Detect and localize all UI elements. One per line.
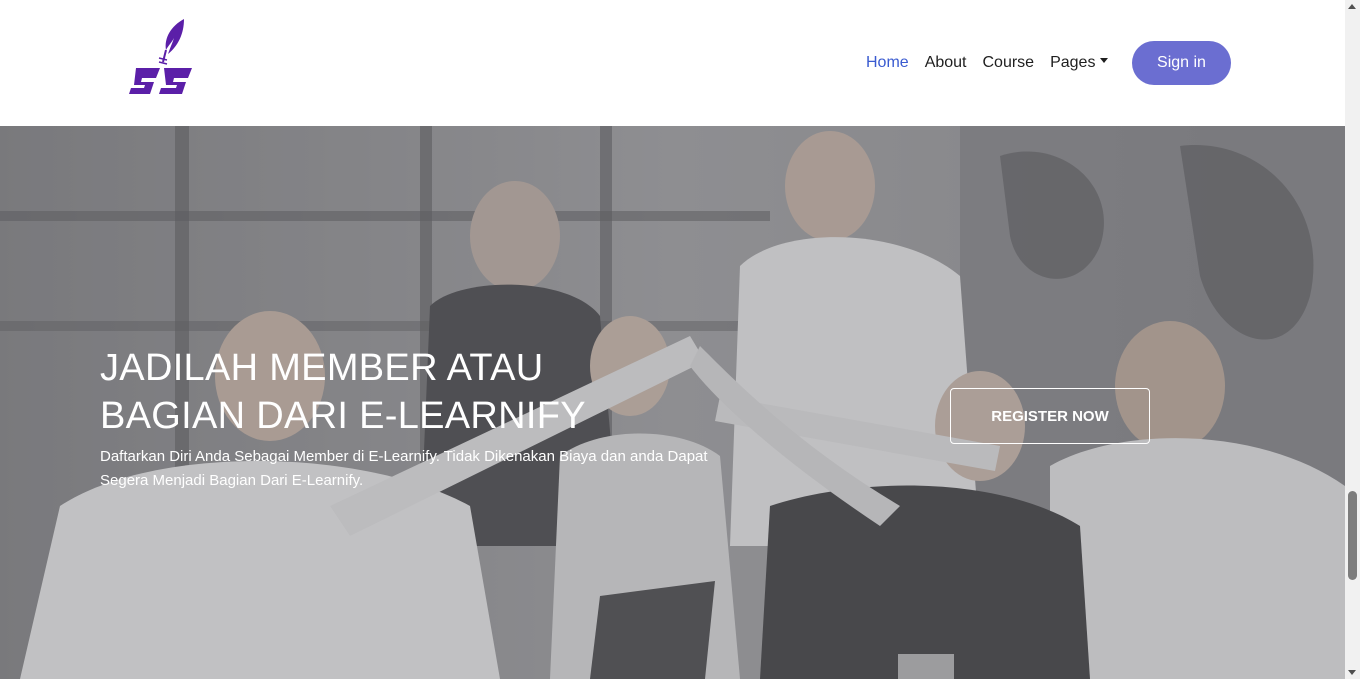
logo-icon [129,19,192,94]
scroll-down-arrow-icon[interactable] [1348,670,1356,675]
site-logo[interactable] [126,16,196,98]
nav-link-pages-dropdown[interactable]: Pages [1050,54,1109,72]
caret-down-icon [1100,58,1109,64]
register-now-button[interactable]: REGISTER NOW [950,388,1150,444]
scroll-up-arrow-icon[interactable] [1348,4,1356,9]
nav-link-course[interactable]: Course [983,54,1035,72]
hero-description: Daftarkan Diri Anda Sebagai Member di E-… [100,448,708,489]
signin-button[interactable]: Sign in [1132,41,1231,85]
scrollbar-thumb[interactable] [1348,491,1357,580]
main-nav: Home About Course Pages [866,51,1124,75]
page-scrollbar[interactable] [1345,0,1360,679]
hero-title: JADILAH MEMBER ATAU BAGIAN DARI E-LEARNI… [100,344,660,440]
page: Home About Course Pages Sign in JADILAH … [0,0,1345,679]
nav-link-about[interactable]: About [925,54,967,72]
nav-link-home[interactable]: Home [866,54,909,72]
hero-title-line-2: BAGIAN DARI E-LEARNIFY [100,395,586,437]
nav-link-pages-label: Pages [1050,54,1096,71]
hero-section: JADILAH MEMBER ATAU BAGIAN DARI E-LEARNI… [0,126,1345,679]
navbar: Home About Course Pages Sign in [0,0,1345,126]
hero-title-line-1: JADILAH MEMBER ATAU [100,347,544,389]
